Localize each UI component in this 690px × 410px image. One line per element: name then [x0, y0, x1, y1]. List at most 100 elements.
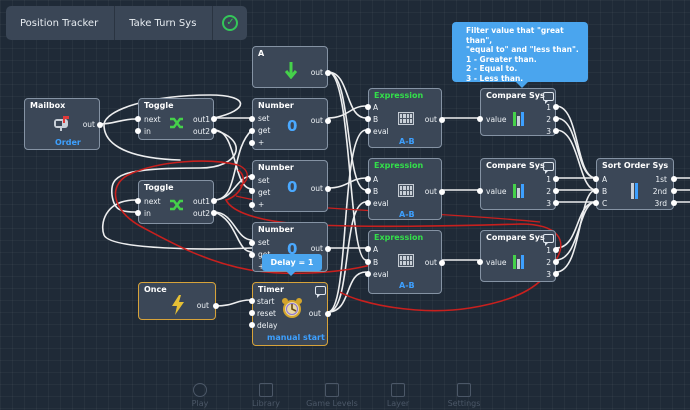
port-dot[interactable]: [213, 303, 219, 309]
port-2nd: 2nd: [652, 187, 667, 196]
port-dot[interactable]: [249, 310, 255, 316]
toggle-node-2[interactable]: Toggle next in out1 out2: [135, 180, 217, 224]
port-dot[interactable]: [671, 188, 677, 194]
port-dot[interactable]: [249, 174, 255, 180]
compare-sys-node-1[interactable]: Compare Sys value 1 2 3: [477, 88, 559, 136]
nav-game-levels[interactable]: Game Levels: [302, 383, 362, 408]
port-dot[interactable]: [553, 188, 559, 194]
tooltip-line: 1 - Greater than.: [466, 54, 537, 64]
port-dot[interactable]: [365, 259, 371, 265]
port-dot[interactable]: [553, 247, 559, 253]
timer-node[interactable]: Timer start reset delay out manual start: [249, 282, 331, 346]
tooltip-line: 3 - Less than.: [466, 73, 524, 83]
port-dot[interactable]: [477, 188, 483, 194]
port-dot[interactable]: [553, 116, 559, 122]
compare-icon: [513, 255, 524, 269]
port-eval: eval: [373, 127, 389, 136]
port-dot[interactable]: [553, 271, 559, 277]
port-dot[interactable]: [553, 176, 559, 182]
port-dot[interactable]: [249, 202, 255, 208]
port-dot[interactable]: [249, 322, 255, 328]
nav-play[interactable]: Play: [170, 383, 230, 408]
port-dot[interactable]: [593, 200, 599, 206]
port-b: B: [373, 258, 379, 267]
port-dot[interactable]: [325, 186, 331, 192]
port-dot[interactable]: [439, 117, 445, 123]
number-node-2[interactable]: Number set get + 0 out: [249, 160, 331, 212]
expression-node-3[interactable]: Expression A B eval out A-B: [365, 230, 445, 294]
port-dot[interactable]: [553, 200, 559, 206]
port-dot[interactable]: [97, 122, 103, 128]
port-dot[interactable]: [135, 128, 141, 134]
comment-icon[interactable]: [315, 286, 326, 298]
port-dot[interactable]: [211, 198, 217, 204]
port-dot[interactable]: [325, 70, 331, 76]
nav-settings[interactable]: Settings: [434, 383, 494, 408]
port-dot[interactable]: [365, 246, 371, 252]
port-dot[interactable]: [365, 200, 371, 206]
number-value: 0: [287, 178, 298, 196]
port-dot[interactable]: [325, 246, 331, 252]
port-dot[interactable]: [593, 176, 599, 182]
port-dot[interactable]: [365, 188, 371, 194]
breadcrumb-item-position-tracker[interactable]: Position Tracker: [6, 6, 116, 40]
port-dot[interactable]: [477, 116, 483, 122]
port-dot[interactable]: [135, 116, 141, 122]
calculator-icon: [398, 112, 414, 125]
a-node[interactable]: A out: [252, 46, 331, 88]
port-dot[interactable]: [249, 188, 255, 194]
toggle-node-1[interactable]: Toggle next in out1 out2: [135, 98, 217, 140]
port-dot[interactable]: [249, 252, 255, 258]
expression-node-1[interactable]: Expression A B eval out A-B: [365, 88, 445, 148]
port-dot[interactable]: [211, 116, 217, 122]
node-title: A: [258, 49, 265, 58]
port-dot[interactable]: [553, 259, 559, 265]
port-dot[interactable]: [671, 200, 677, 206]
port-dot[interactable]: [135, 198, 141, 204]
port-dot[interactable]: [249, 140, 255, 146]
sort-icon: [631, 183, 638, 199]
mailbox-node[interactable]: Mailbox out Order: [24, 98, 103, 150]
port-eval: eval: [373, 199, 389, 208]
timer-mode: manual start: [267, 333, 325, 342]
number-node-1[interactable]: Number set get + 0 out: [249, 98, 331, 150]
port-dot[interactable]: [135, 210, 141, 216]
port-dot[interactable]: [365, 116, 371, 122]
port-dot[interactable]: [249, 298, 255, 304]
port-dot[interactable]: [553, 104, 559, 110]
port-dot[interactable]: [211, 210, 217, 216]
port-dot[interactable]: [325, 311, 331, 317]
nav-layer[interactable]: Layer: [368, 383, 428, 408]
port-dot[interactable]: [439, 189, 445, 195]
port-dot[interactable]: [249, 128, 255, 134]
port-dot[interactable]: [553, 128, 559, 134]
port-dot[interactable]: [211, 128, 217, 134]
port-1: 1: [546, 175, 551, 184]
port-dot[interactable]: [671, 176, 677, 182]
port-dot[interactable]: [477, 259, 483, 265]
comment-icon[interactable]: [543, 234, 554, 246]
breadcrumb-item-take-turn-sys[interactable]: Take Turn Sys: [115, 6, 214, 40]
port-dot[interactable]: [365, 104, 371, 110]
once-node[interactable]: Once out: [138, 282, 219, 320]
compare-sys-node-2[interactable]: Compare Sys value 1 2 3: [477, 158, 559, 210]
port-set: set: [258, 238, 270, 247]
port-out: out: [424, 115, 437, 124]
port-dot[interactable]: [593, 188, 599, 194]
compare-sys-node-3[interactable]: Compare Sys value 1 2 3: [477, 230, 559, 282]
nav-library[interactable]: Library: [236, 383, 296, 408]
port-dot[interactable]: [325, 118, 331, 124]
expression-node-2[interactable]: Expression A B eval out A-B: [365, 158, 445, 220]
port-dot[interactable]: [249, 240, 255, 246]
sort-order-sys-node[interactable]: Sort Order Sys A B C 1st 2nd 3rd: [593, 158, 677, 210]
breadcrumb: Position Tracker Take Turn Sys ✓: [6, 6, 248, 40]
port-dot[interactable]: [365, 271, 371, 277]
comment-icon[interactable]: [543, 162, 554, 174]
port-dot[interactable]: [439, 260, 445, 266]
play-icon: [193, 383, 207, 397]
tooltip-line: "equal to" and "less than".: [466, 45, 579, 54]
comment-icon[interactable]: [543, 92, 554, 104]
port-dot[interactable]: [365, 176, 371, 182]
port-dot[interactable]: [249, 116, 255, 122]
port-dot[interactable]: [365, 128, 371, 134]
